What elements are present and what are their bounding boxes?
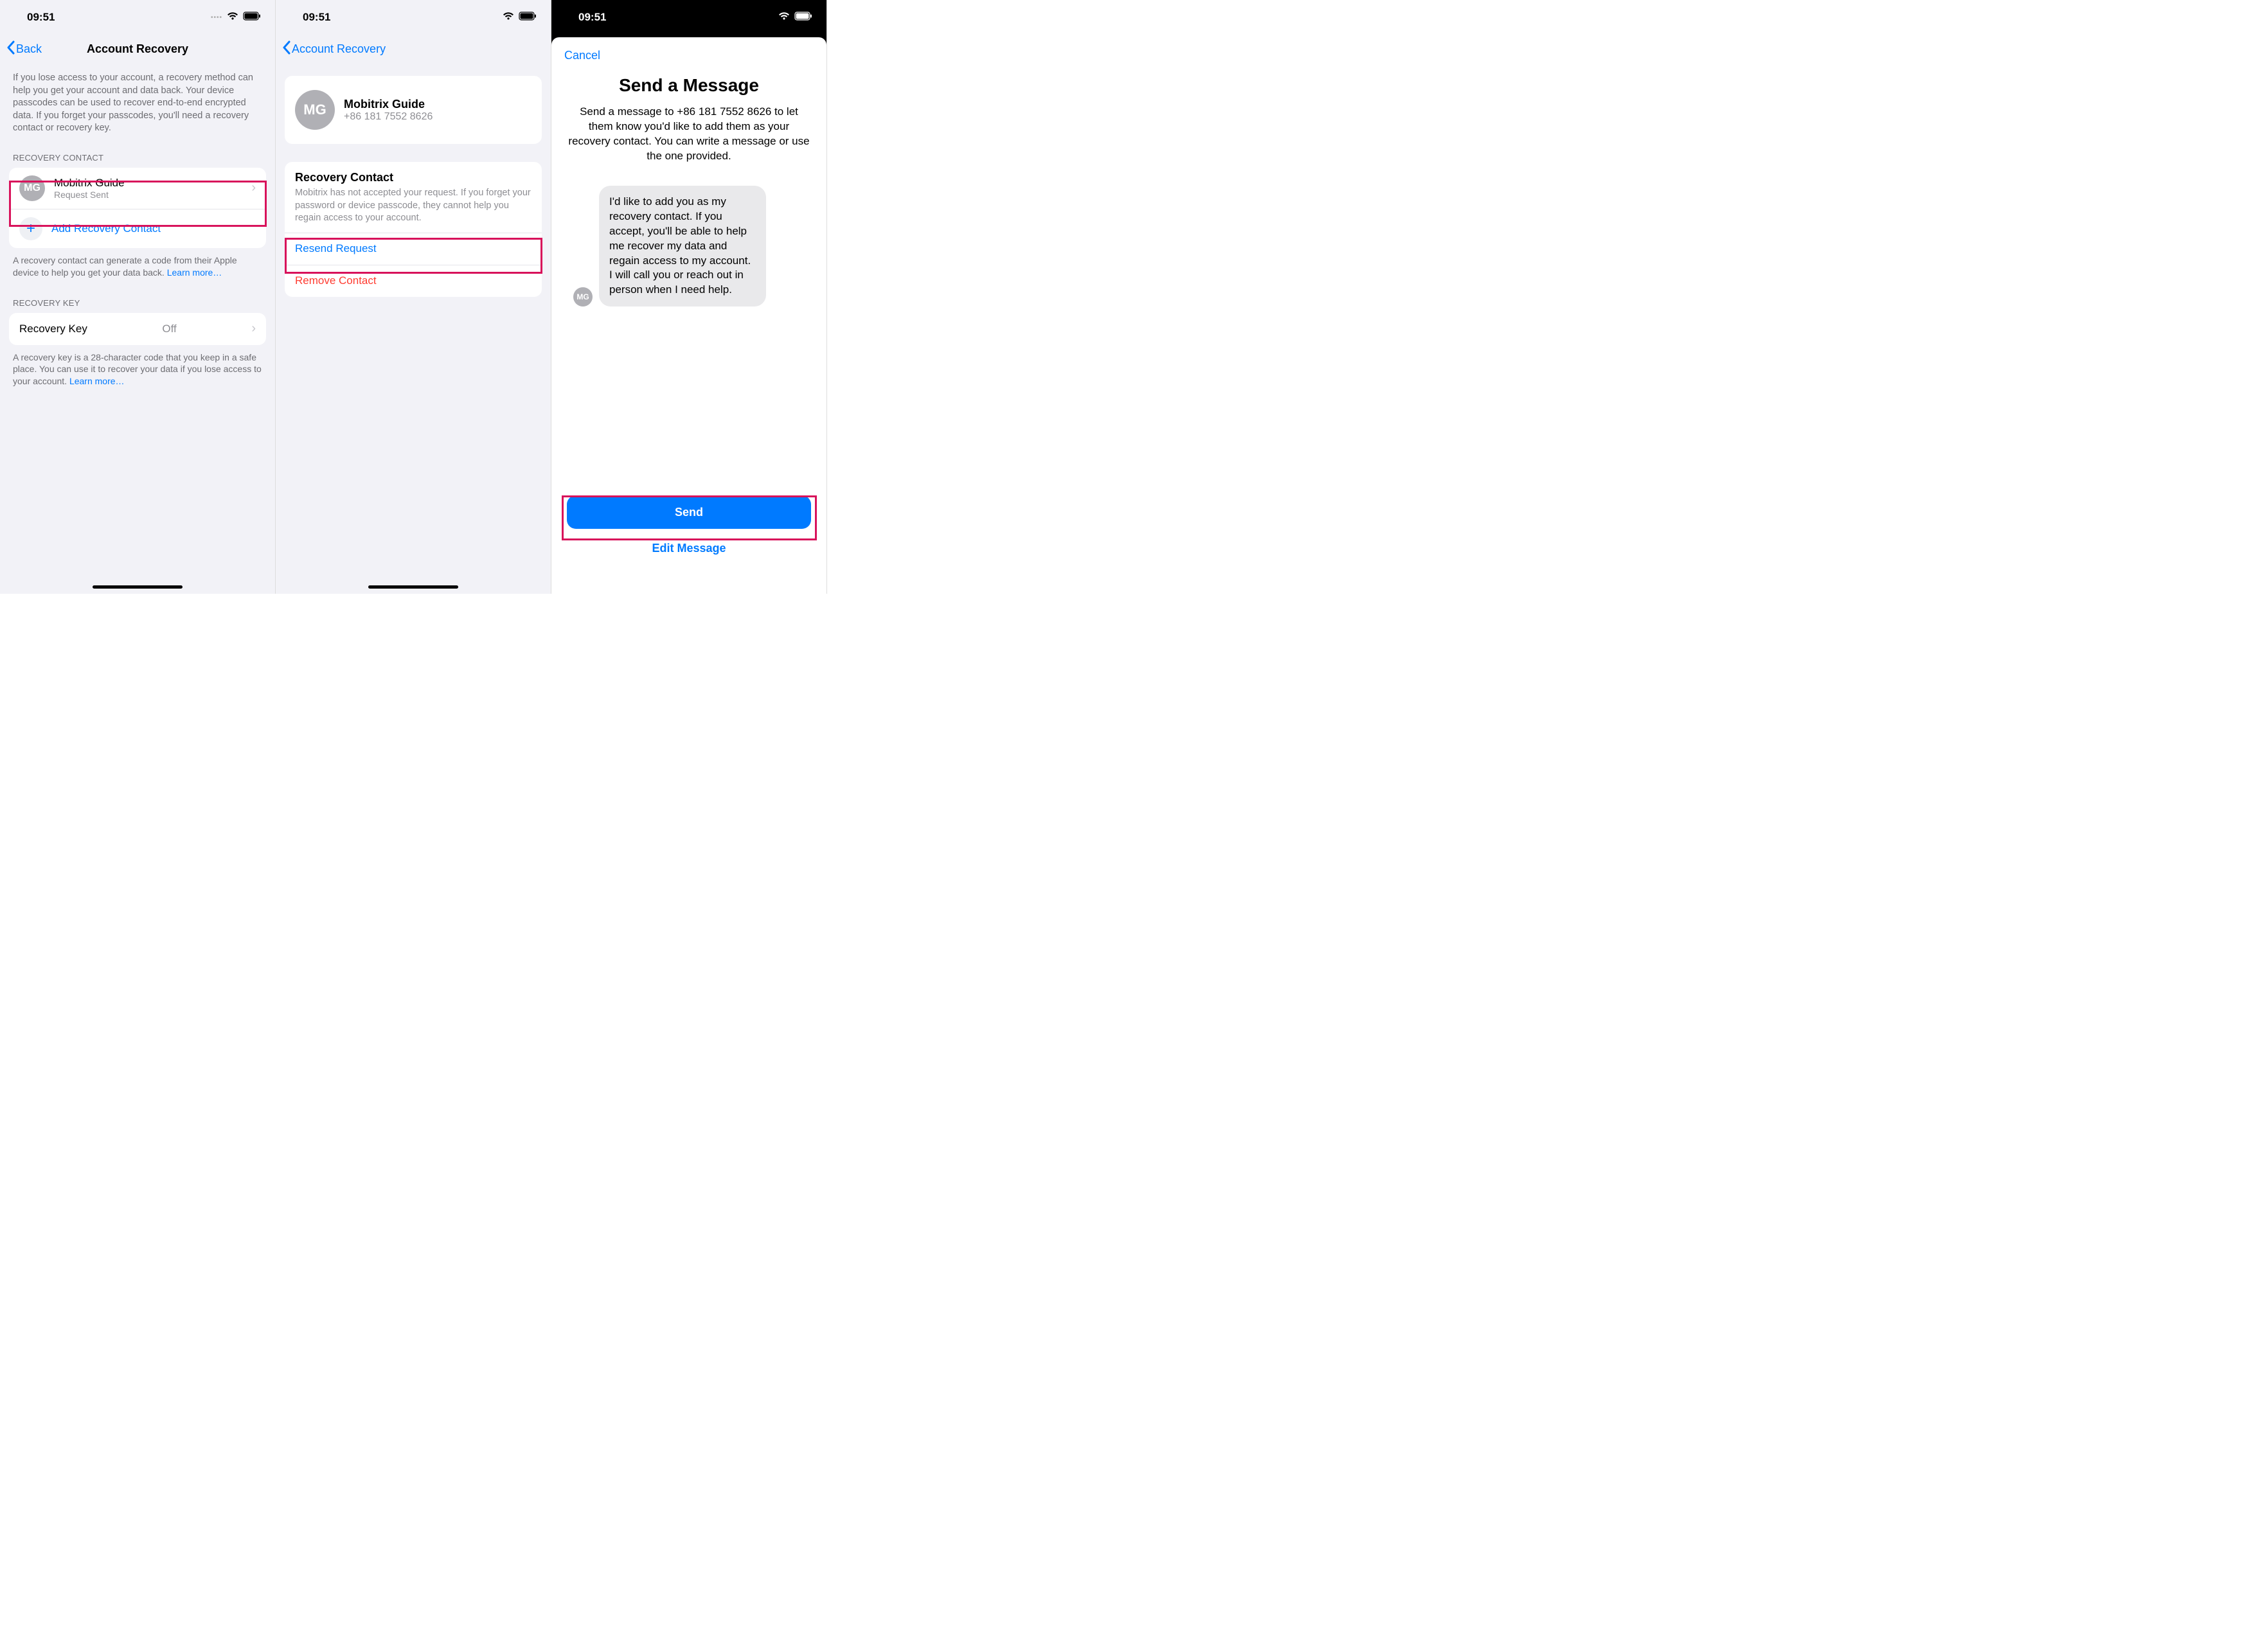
cancel-button[interactable]: Cancel [564,49,600,62]
recovery-key-value: Off [162,323,176,335]
message-preview: MG I'd like to add you as my recovery co… [551,164,826,307]
contact-name: Mobitrix Guide [54,177,242,190]
status-bar: 09:51 •••• [0,0,275,35]
modal-sheet: Cancel Send a Message Send a message to … [551,37,826,594]
status-right [503,11,537,24]
contact-status: Request Sent [54,190,242,200]
resend-request-row[interactable]: Resend Request [285,233,542,265]
screen-contact-detail: 09:51 Account Recovery MG Mobitrix Guide… [276,0,551,594]
recovery-contact-desc: Mobitrix has not accepted your request. … [295,187,531,225]
screen-send-message: 09:51 Cancel Send a Message Send a messa… [551,0,827,594]
wifi-icon [778,11,790,24]
chevron-left-icon [6,40,15,58]
wifi-icon [503,11,514,24]
contact-phone: +86 181 7552 8626 [344,111,531,123]
back-label: Account Recovery [292,42,386,56]
status-time: 09:51 [303,11,330,24]
resend-request-label: Resend Request [295,242,377,255]
battery-icon [519,11,537,24]
message-bubble: I'd like to add you as my recovery conta… [599,186,766,307]
section-header-contact: RECOVERY CONTACT [0,140,275,168]
home-indicator[interactable] [368,585,458,589]
recovery-key-label: Recovery Key [19,323,87,335]
battery-icon [794,11,812,24]
wifi-icon [227,11,238,24]
section-header-key: RECOVERY KEY [0,285,275,313]
status-time: 09:51 [27,11,55,24]
recovery-key-row[interactable]: Recovery Key Off › [9,313,266,345]
back-label: Back [16,42,42,56]
edit-message-button[interactable]: Edit Message [551,542,826,555]
contact-identity-card: MG Mobitrix Guide +86 181 7552 8626 [285,76,542,144]
remove-contact-label: Remove Contact [295,274,377,287]
sheet-title: Send a Message [551,75,826,96]
recovery-contact-header: Recovery Contact [295,171,531,184]
avatar: MG [19,175,45,201]
sheet-body: Send a message to +86 181 7552 8626 to l… [551,96,826,164]
back-button[interactable]: Account Recovery [282,40,386,58]
status-right [778,11,812,24]
remove-contact-row[interactable]: Remove Contact [285,265,542,297]
learn-more-link[interactable]: Learn more… [167,267,222,278]
avatar: MG [573,287,593,307]
screen-account-recovery: 09:51 •••• Back Account Recovery If you … [0,0,276,594]
battery-icon [243,11,261,24]
learn-more-link-2[interactable]: Learn more… [69,376,125,386]
home-indicator[interactable] [93,585,183,589]
key-footer: A recovery key is a 28-character code th… [0,345,275,395]
send-button[interactable]: Send [567,495,811,529]
add-recovery-contact-label: Add Recovery Contact [51,222,161,235]
recovery-contact-card: MG Mobitrix Guide Request Sent › + Add R… [9,168,266,248]
status-bar: 09:51 [276,0,551,35]
contact-identity-row: MG Mobitrix Guide +86 181 7552 8626 [285,76,542,144]
chevron-left-icon [282,40,290,58]
carrier-dots-icon: •••• [211,14,222,21]
intro-text: If you lose access to your account, a re… [0,63,275,140]
plus-icon: + [19,217,42,240]
status-time: 09:51 [578,11,606,24]
recovery-contact-info: Recovery Contact Mobitrix has not accept… [285,162,542,233]
chevron-right-icon: › [251,321,256,336]
recovery-actions-card: Recovery Contact Mobitrix has not accept… [285,162,542,297]
avatar: MG [295,90,335,130]
nav-bar: Account Recovery [276,35,551,63]
back-button[interactable]: Back [6,40,42,58]
recovery-key-card: Recovery Key Off › [9,313,266,345]
chevron-right-icon: › [251,181,256,195]
add-recovery-contact-row[interactable]: + Add Recovery Contact [9,209,266,248]
contact-footer: A recovery contact can generate a code f… [0,248,275,285]
status-bar: 09:51 [551,0,826,35]
recovery-contact-row[interactable]: MG Mobitrix Guide Request Sent › [9,168,266,209]
nav-bar: Back Account Recovery [0,35,275,63]
status-right: •••• [211,11,261,24]
contact-name: Mobitrix Guide [344,98,531,111]
